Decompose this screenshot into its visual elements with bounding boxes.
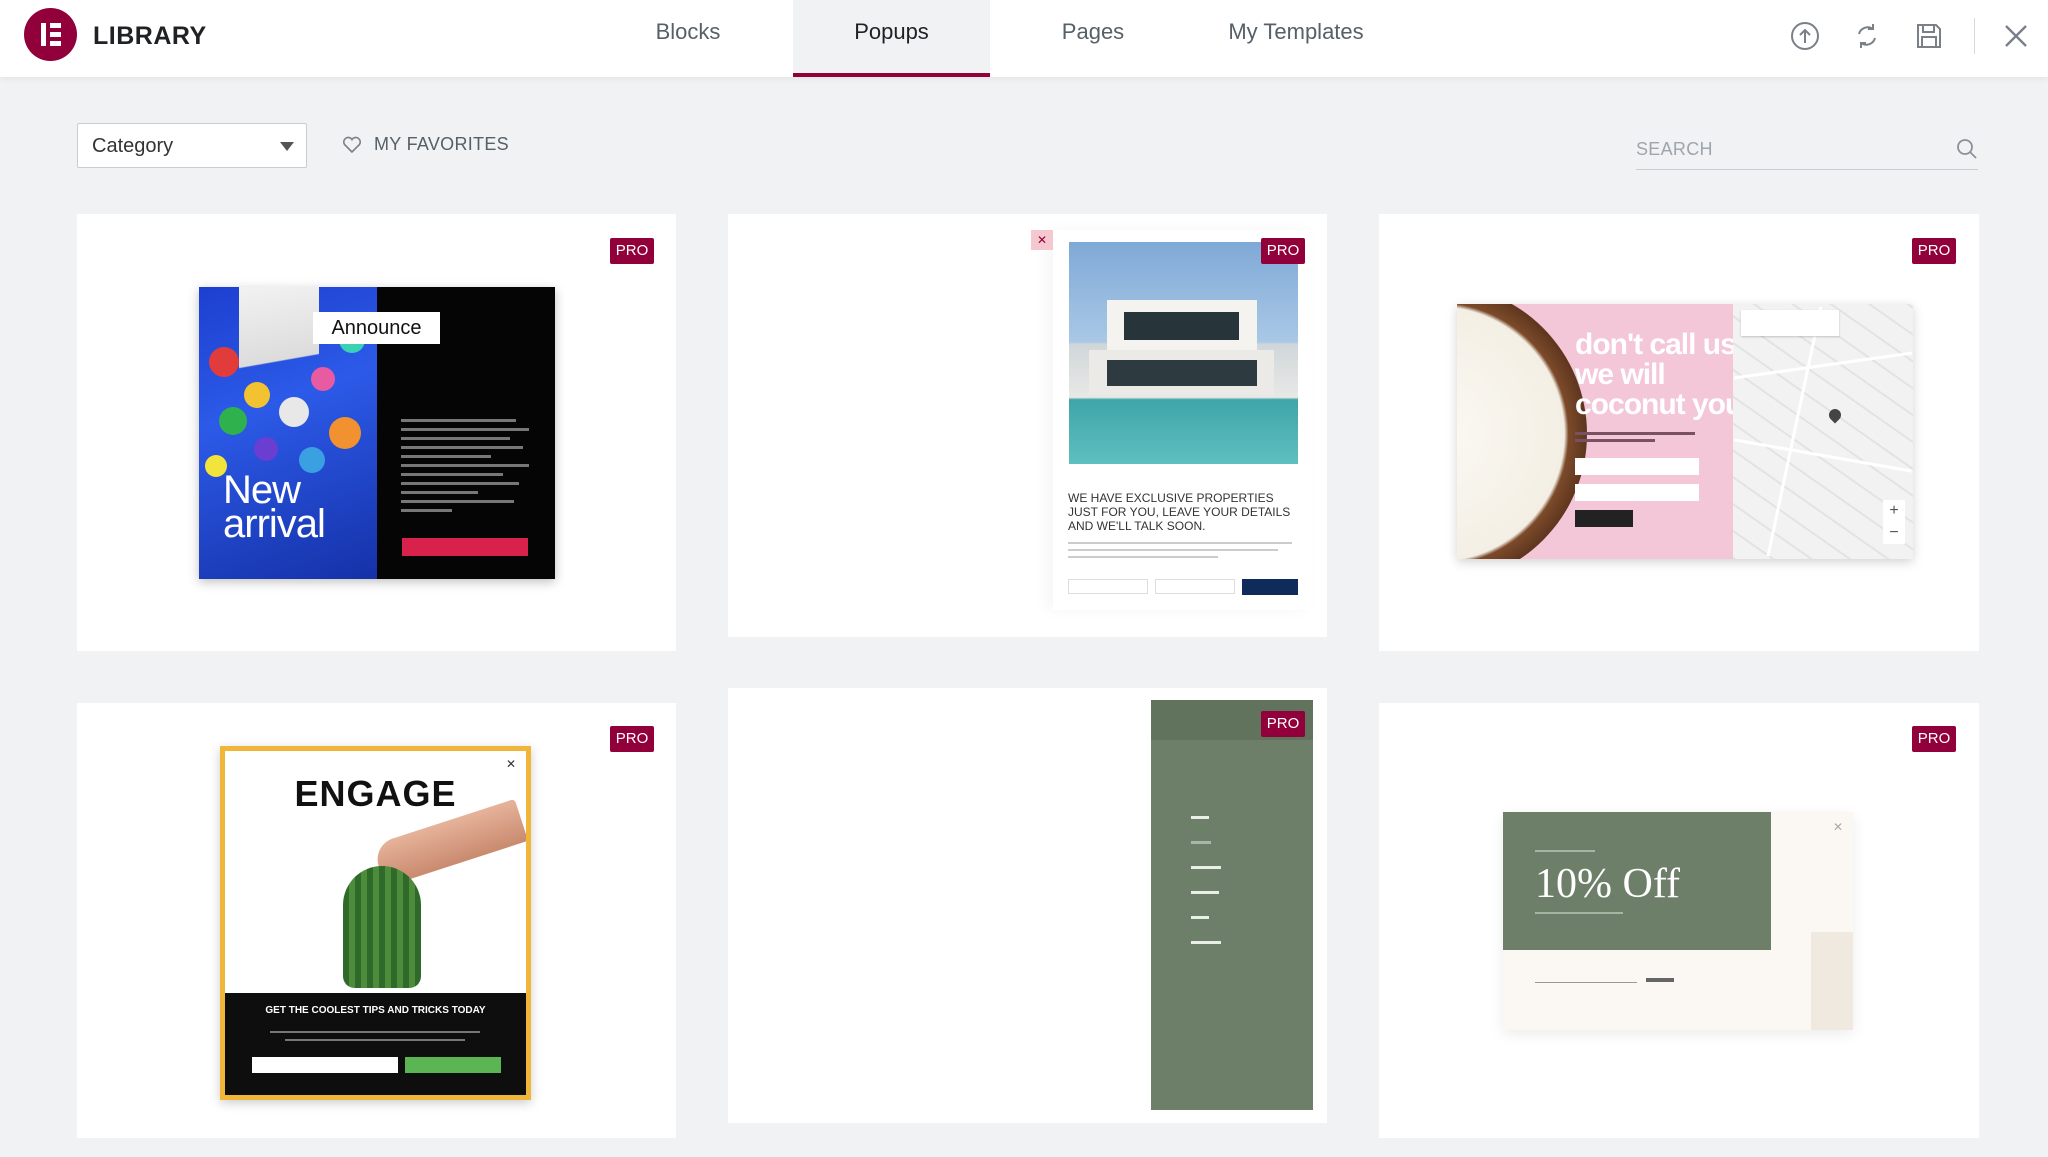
upload-icon[interactable]	[1789, 20, 1821, 52]
search-input[interactable]	[1636, 134, 1936, 164]
menu-item-graphic	[1191, 816, 1209, 819]
coconut-heading: don't call us, we will coconut you	[1575, 328, 1744, 421]
pro-badge: PRO	[1261, 238, 1305, 264]
header-divider	[1974, 18, 1975, 54]
download-button-graphic	[405, 1057, 501, 1073]
body-text-lines	[401, 419, 529, 518]
pro-badge: PRO	[610, 726, 654, 752]
new-arrival-title: New arrival	[223, 468, 326, 546]
template-preview-engage: ENGAGE ✕ GET THE COOLEST TIPS AND TRICKS…	[220, 746, 531, 1100]
template-preview-new-arrival: Announce New arrival	[199, 287, 555, 579]
template-preview-discount: 10% Off ✕	[1503, 812, 1853, 1030]
phone-field-graphic	[1155, 579, 1235, 594]
sync-icon[interactable]	[1851, 20, 1883, 52]
my-favorites-label: MY FAVORITES	[374, 134, 509, 154]
name-field-graphic	[1068, 579, 1148, 594]
name-field-graphic	[1575, 458, 1699, 475]
map-pin-icon	[1826, 406, 1844, 424]
save-icon[interactable]	[1913, 20, 1945, 52]
pro-badge: PRO	[1912, 726, 1956, 752]
send-button-graphic	[1242, 579, 1298, 595]
map-image: + −	[1733, 304, 1913, 559]
template-preview-coconut: don't call us, we will coconut you + −	[1457, 304, 1913, 559]
shop-button-graphic	[402, 538, 528, 556]
tab-pages[interactable]: Pages	[1050, 0, 1136, 77]
search-box	[1636, 128, 1978, 170]
category-select-value: Category	[92, 135, 174, 157]
category-select[interactable]: Category	[77, 123, 307, 168]
announce-label: Announce	[331, 317, 422, 339]
cactus-image	[343, 866, 421, 988]
tab-my-templates[interactable]: My Templates	[1210, 0, 1382, 77]
search-icon[interactable]	[1956, 138, 1978, 160]
email-field-graphic	[252, 1057, 398, 1073]
submit-button-graphic	[1646, 978, 1674, 982]
discount-headline: 10% Off	[1535, 861, 1681, 907]
pro-badge: PRO	[610, 238, 654, 264]
pro-badge: PRO	[1261, 711, 1305, 737]
pro-badge: PRO	[1912, 238, 1956, 264]
library-title: LIBRARY	[93, 22, 207, 50]
phone-field-graphic	[1575, 484, 1699, 501]
menu-item-graphic	[1191, 941, 1221, 944]
tab-popups[interactable]: Popups	[793, 0, 990, 77]
menu-item-graphic	[1191, 891, 1219, 894]
email-field-graphic	[1535, 982, 1637, 983]
zoom-controls: + −	[1883, 500, 1905, 544]
template-preview-side-menu	[1151, 700, 1313, 1110]
close-icon: ✕	[505, 757, 516, 771]
menu-item-graphic	[1191, 841, 1211, 844]
engage-tagline: GET THE COOLEST TIPS AND TRICKS TODAY	[265, 1005, 486, 1016]
tab-blocks[interactable]: Blocks	[636, 0, 740, 77]
close-icon[interactable]	[2000, 20, 2032, 52]
real-estate-heading: WE HAVE EXCLUSIVE PROPERTIES JUST FOR YO…	[1068, 491, 1291, 533]
coconut-image	[1457, 304, 1587, 559]
menu-item-graphic	[1191, 866, 1221, 869]
menu-item-graphic	[1191, 916, 1209, 919]
library-header: LIBRARY Blocks Popups Pages My Templates	[0, 0, 2048, 77]
chevron-down-icon	[280, 142, 294, 151]
close-icon: ✕	[1031, 230, 1053, 250]
house-photo	[1069, 242, 1298, 464]
close-icon: ✕	[1833, 820, 1844, 834]
heart-icon	[342, 136, 362, 154]
send-button-graphic	[1575, 510, 1633, 527]
elementor-logo-icon	[24, 8, 77, 61]
